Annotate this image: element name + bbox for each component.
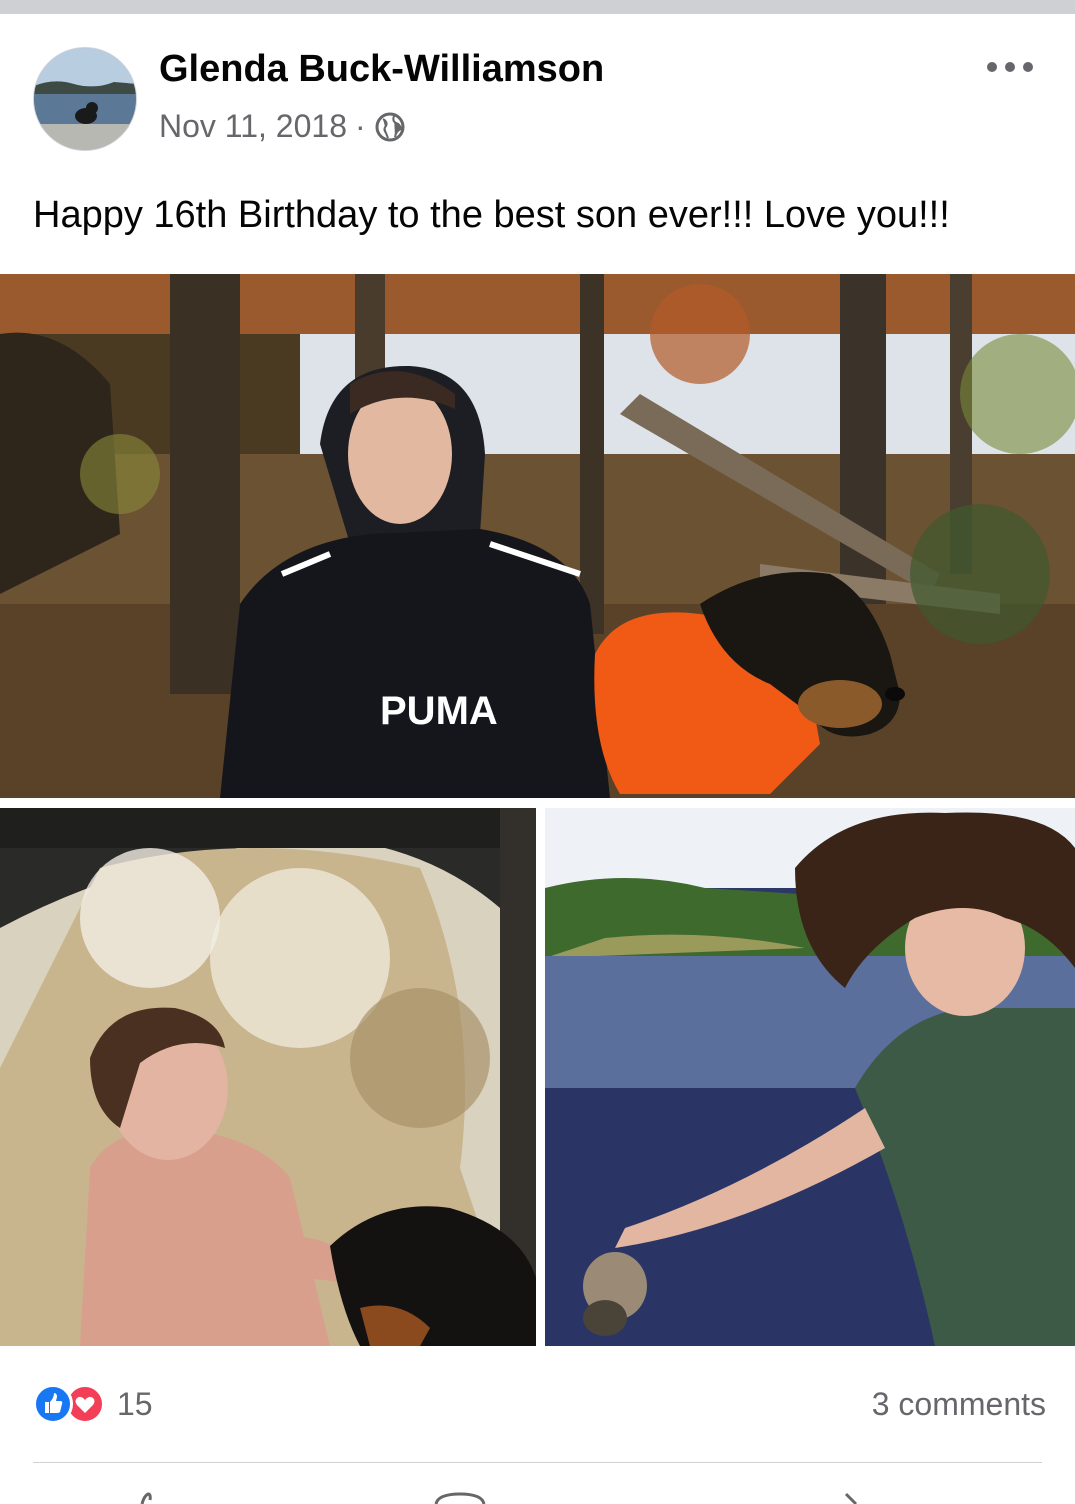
comments-count-link[interactable]: 3 comments [872, 1386, 1046, 1423]
post-date[interactable]: Nov 11, 2018 [159, 108, 347, 145]
photo-teen-waterfall-dog[interactable] [0, 808, 536, 1346]
meta-separator: · [354, 108, 366, 144]
share-button[interactable] [820, 1490, 880, 1504]
share-icon [844, 1492, 858, 1504]
post-meta: Nov 11, 2018 · [159, 108, 406, 145]
action-bar-divider [33, 1462, 1042, 1463]
author-avatar[interactable] [33, 47, 137, 151]
post-text: Happy 16th Birthday to the best son ever… [33, 194, 950, 236]
like-icon [33, 1384, 73, 1424]
reaction-count: 15 [117, 1385, 153, 1422]
author-name[interactable]: Glenda Buck-Williamson [159, 48, 604, 91]
hoodie-logo-text: PUMA [380, 689, 498, 733]
like-icon [140, 1492, 152, 1504]
globe-icon [374, 111, 406, 143]
comment-button[interactable] [430, 1490, 490, 1504]
photo-teen-lake[interactable] [545, 808, 1075, 1346]
comment-icon [434, 1492, 486, 1504]
top-divider-bar [0, 0, 1075, 14]
photo-teen-hoodie-dog[interactable]: PUMA [0, 274, 1075, 798]
like-button[interactable] [120, 1490, 180, 1504]
more-options-icon[interactable] [987, 56, 1033, 80]
reactions-summary[interactable]: 15 [33, 1384, 153, 1424]
